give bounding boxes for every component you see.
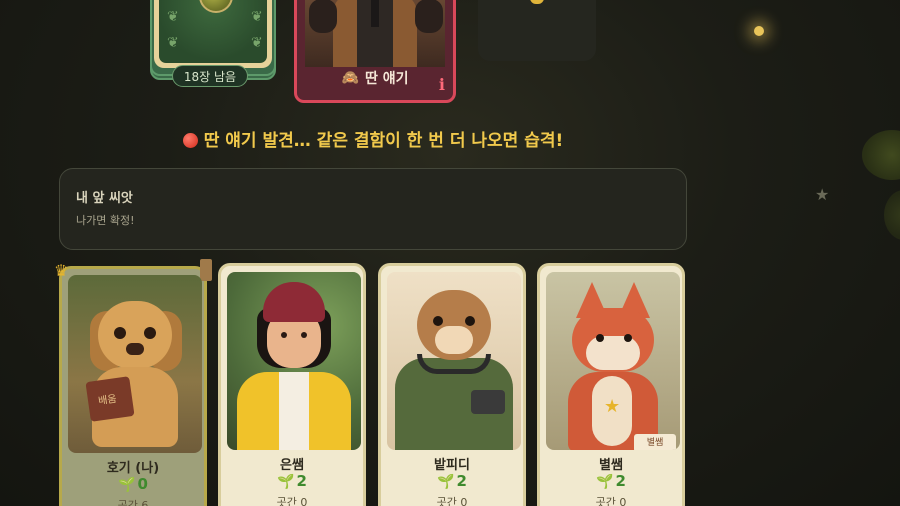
empty-card-slot <box>478 0 596 61</box>
event-card[interactable]: 🙈 딴 얘기 i <box>294 0 456 103</box>
leaf-decoration <box>862 130 900 180</box>
my-seeds-title: 내 앞 씨앗 <box>76 191 133 206</box>
player-avatar-girl <box>227 272 361 450</box>
player-avatar-fox: ★ 별쌤 <box>546 272 680 450</box>
info-icon[interactable]: i <box>439 75 445 94</box>
player-seed-count: 🌱 0 <box>118 475 148 493</box>
player-name: 별쌤 <box>599 458 623 473</box>
monkey-icon: 🙈 <box>341 70 359 86</box>
star-icon: ★ <box>604 396 621 417</box>
alert-banner-text: 딴 얘기 발견… 같은 결함이 한 번 더 나오면 습격! <box>203 131 564 151</box>
player-storage: 곳간 6 <box>117 499 149 506</box>
player-name: 은쌤 <box>280 458 304 473</box>
my-seeds-panel: 내 앞 씨앗 나가면 확정! <box>59 168 687 250</box>
red-circle-icon <box>182 133 198 148</box>
player-avatar-dog: 배움 <box>68 275 202 453</box>
player-card-2[interactable]: 은쌤 🌱 2 곳간 0 <box>218 263 366 506</box>
player-seed-count: 🌱 2 <box>437 472 467 490</box>
player-card-3[interactable]: 밭피디 🌱 2 곳간 0 <box>378 263 526 506</box>
my-seeds-subtitle: 나가면 확정! <box>76 214 135 227</box>
player-seed-count: 🌱 2 <box>277 472 307 490</box>
seed-seal-icon <box>199 0 233 13</box>
bookmark-icon <box>200 259 212 281</box>
player-name: 밭피디 <box>434 458 470 473</box>
player-name: 호기 (나) <box>106 461 160 476</box>
deck-remaining-badge: 18장 남음 <box>172 65 248 87</box>
sprout-icon: 🌱 <box>596 474 614 490</box>
player-storage: 곳간 0 <box>436 496 468 506</box>
sprout-icon: 🌱 <box>277 474 295 490</box>
vine-icon: ❦ <box>251 9 263 25</box>
event-card-name: 딴 얘기 <box>364 71 409 87</box>
leaf-decoration <box>884 190 900 240</box>
sprout-icon: 🌱 <box>437 474 455 490</box>
ambient-light <box>754 26 764 36</box>
player-storage: 곳간 0 <box>276 496 308 506</box>
deck-top-card[interactable]: ❦ ❦ ❦ ❦ <box>154 0 272 68</box>
vine-icon: ❦ <box>251 35 263 51</box>
player-card-4[interactable]: ★ 별쌤 별쌤 🌱 2 곳간 0 <box>537 263 685 506</box>
vine-icon: ❦ <box>167 9 179 25</box>
name-sign: 별쌤 <box>634 434 676 450</box>
event-card-art <box>305 0 445 67</box>
book-label: 배움 <box>97 393 118 408</box>
player-storage: 곳간 0 <box>595 496 627 506</box>
event-card-label: 🙈 딴 얘기 <box>305 67 445 89</box>
sprout-icon: 🌱 <box>118 477 136 493</box>
vine-icon: ❦ <box>167 35 179 51</box>
coin-icon <box>530 0 544 4</box>
star-icon: ★ <box>815 185 830 204</box>
alert-banner: 딴 얘기 발견… 같은 결함이 한 번 더 나오면 습격! <box>0 126 746 151</box>
player-avatar-otter <box>387 272 521 450</box>
player-seed-count: 🌱 2 <box>596 472 626 490</box>
player-card-me[interactable]: ♛ 배움 호기 (나) 🌱 0 곳간 6 <box>54 259 212 506</box>
